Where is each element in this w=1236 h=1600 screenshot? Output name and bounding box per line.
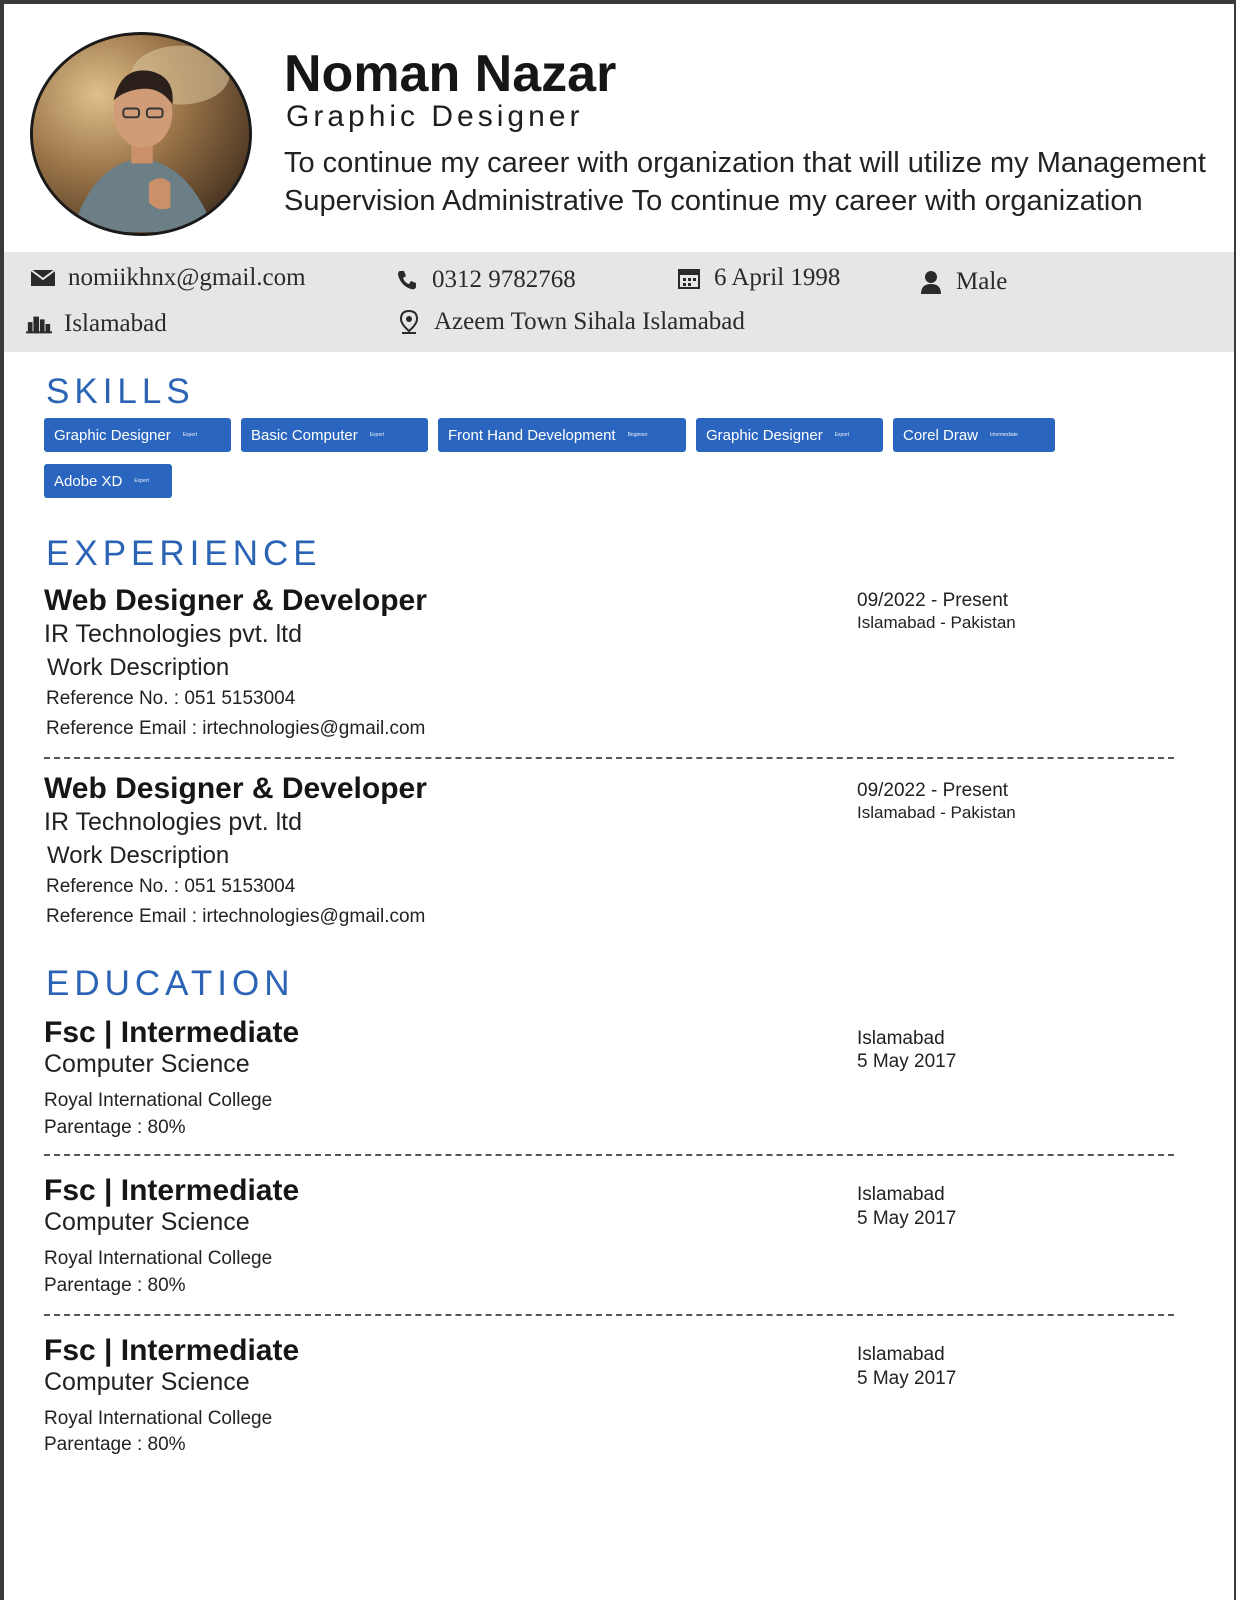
experience-title: Web Designer & Developer [44, 584, 427, 617]
skill-level: Expert [182, 432, 198, 438]
experience-company: IR Technologies pvt. ltd [44, 808, 303, 836]
experience-period: 09/2022 - Present [857, 590, 1009, 611]
education-field: Computer Science [44, 1050, 250, 1078]
section-divider [44, 1314, 1174, 1316]
reference-number: Reference No. : 051 5153004 [46, 688, 296, 709]
reference-email: Reference Email : irtechnologies@gmail.c… [46, 718, 426, 739]
contact-gender: Male [918, 268, 1007, 296]
contact-dob: 6 April 1998 [676, 264, 840, 292]
skill-level: Intermediate [990, 432, 1018, 438]
education-city: Islamabad [857, 1184, 945, 1205]
calendar-icon [676, 267, 702, 289]
experience-title: Web Designer & Developer [44, 772, 427, 805]
buildings-icon [26, 313, 52, 335]
section-divider [44, 757, 1174, 759]
skill-chip: Graphic Designer Expert [44, 418, 231, 452]
education-title: Fsc | Intermediate [44, 1334, 300, 1367]
gender-text: Male [956, 268, 1008, 295]
experience-location: Islamabad - Pakistan [857, 803, 1016, 822]
experience-location: Islamabad - Pakistan [857, 613, 1016, 632]
skill-chip: Basic Computer Expert [241, 418, 428, 452]
job-title: Graphic Designer [286, 100, 584, 133]
skill-level: Expert [134, 478, 149, 484]
education-institute: Royal International College [44, 1408, 273, 1429]
education-entry: Fsc | Intermediate Computer Science Roya… [44, 1174, 1184, 1304]
skill-chip: Adobe XD Expert [44, 464, 172, 498]
education-entry: Fsc | Intermediate Computer Science Roya… [44, 1334, 1184, 1464]
email-text: nomiikhnx@gmail.com [68, 264, 306, 291]
dob-text: 6 April 1998 [714, 264, 841, 291]
reference-email: Reference Email : irtechnologies@gmail.c… [46, 906, 426, 927]
contact-bar: nomiikhnx@gmail.com 0312 9782768 6 April… [4, 252, 1234, 352]
education-date: 5 May 2017 [857, 1208, 957, 1229]
resume-page: Noman Nazar Graphic Designer To continue… [4, 4, 1234, 1600]
skills-heading: SKILLS [46, 372, 195, 411]
contact-city: Islamabad [26, 310, 167, 338]
skill-label: Graphic Designer [706, 426, 823, 444]
skill-label: Graphic Designer [54, 426, 171, 444]
envelope-icon [30, 267, 56, 289]
skill-level: Expert [834, 432, 850, 438]
experience-entry: Web Designer & Developer IR Technologies… [44, 584, 1184, 744]
education-heading: EDUCATION [46, 964, 295, 1003]
experience-description: Work Description [47, 654, 230, 681]
education-city: Islamabad [857, 1344, 945, 1365]
profile-photo [30, 32, 252, 236]
education-grade: Parentage : 80% [44, 1275, 186, 1296]
education-field: Computer Science [44, 1208, 250, 1236]
skill-chip: Corel Draw Intermediate [893, 418, 1055, 452]
skill-level: Expert [369, 432, 385, 438]
skill-chip: Front Hand Development Beginner [438, 418, 686, 452]
city-text: Islamabad [64, 310, 167, 337]
map-pin-icon [396, 310, 422, 334]
phone-icon [394, 269, 420, 291]
contact-address: Azeem Town Sihala Islamabad [396, 308, 745, 336]
education-grade: Parentage : 80% [44, 1434, 186, 1455]
experience-heading: EXPERIENCE [46, 534, 322, 573]
career-summary: To continue my career with organization … [284, 147, 1206, 217]
skill-label: Front Hand Development [448, 426, 616, 444]
contact-phone[interactable]: 0312 9782768 [394, 266, 576, 294]
skill-label: Adobe XD [54, 472, 123, 490]
experience-period: 09/2022 - Present [857, 780, 1009, 801]
experience-description: Work Description [47, 842, 230, 869]
education-city: Islamabad [857, 1028, 945, 1049]
skill-level: Beginner [627, 432, 648, 438]
skill-chip: Graphic Designer Expert [696, 418, 883, 452]
experience-company: IR Technologies pvt. ltd [44, 620, 303, 648]
education-date: 5 May 2017 [857, 1051, 957, 1072]
full-name: Noman Nazar [284, 45, 617, 103]
reference-number: Reference No. : 051 5153004 [46, 876, 296, 897]
address-text: Azeem Town Sihala Islamabad [434, 308, 745, 335]
contact-email[interactable]: nomiikhnx@gmail.com [30, 264, 306, 292]
education-title: Fsc | Intermediate [44, 1016, 300, 1049]
experience-entry: Web Designer & Developer IR Technologies… [44, 772, 1184, 932]
education-institute: Royal International College [44, 1248, 273, 1269]
phone-text: 0312 9782768 [432, 266, 576, 293]
education-title: Fsc | Intermediate [44, 1174, 300, 1207]
education-entry: Fsc | Intermediate Computer Science Roya… [44, 1016, 1184, 1146]
skill-label: Corel Draw [903, 426, 979, 444]
education-grade: Parentage : 80% [44, 1117, 186, 1138]
education-institute: Royal International College [44, 1090, 273, 1111]
section-divider [44, 1154, 1174, 1156]
profile-photo-illustration [33, 35, 249, 233]
user-icon [918, 271, 944, 294]
education-field: Computer Science [44, 1368, 250, 1396]
skill-label: Basic Computer [251, 426, 358, 444]
education-date: 5 May 2017 [857, 1368, 957, 1389]
